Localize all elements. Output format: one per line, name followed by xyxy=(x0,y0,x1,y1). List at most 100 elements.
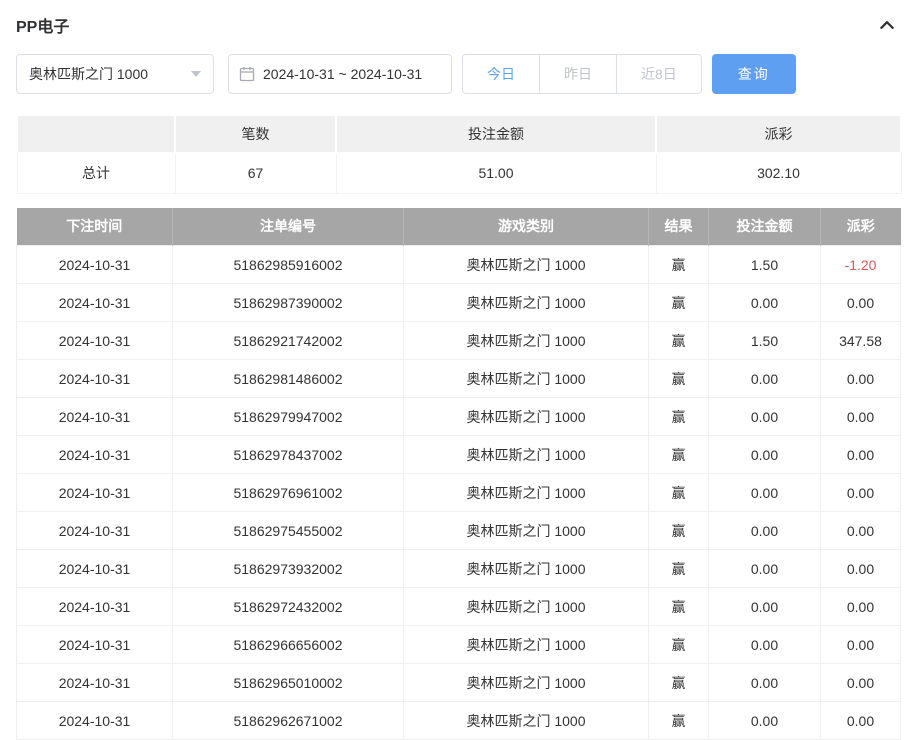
cell-payout: 347.58 xyxy=(821,322,901,360)
cell-bet-amount: 1.50 xyxy=(709,322,821,360)
cell-bet-time: 2024-10-31 xyxy=(17,588,173,626)
cell-bet-time: 2024-10-31 xyxy=(17,626,173,664)
filter-bar: 奥林匹斯之门 1000 2024-10-31 ~ 2024-10-31 今日 昨… xyxy=(16,54,900,94)
cell-result: 赢 xyxy=(649,284,709,322)
cell-order-id: 51862962671002 xyxy=(173,702,404,740)
cell-payout: 0.00 xyxy=(821,550,901,588)
table-row: 2024-10-31 51862962671002 奥林匹斯之门 1000 赢 … xyxy=(17,702,901,740)
summary-header-blank xyxy=(17,115,175,153)
table-row: 2024-10-31 51862975455002 奥林匹斯之门 1000 赢 … xyxy=(17,512,901,550)
summary-total-payout: 302.10 xyxy=(656,153,901,193)
detail-table-body: 2024-10-31 51862985916002 奥林匹斯之门 1000 赢 … xyxy=(17,246,901,740)
cell-result: 赢 xyxy=(649,588,709,626)
page-title: PP电子 xyxy=(16,13,69,37)
cell-bet-time: 2024-10-31 xyxy=(17,436,173,474)
last-8-days-button[interactable]: 近8日 xyxy=(616,54,702,94)
cell-bet-amount: 0.00 xyxy=(709,398,821,436)
cell-result: 赢 xyxy=(649,550,709,588)
summary-total-bet-amount: 51.00 xyxy=(336,153,656,193)
cell-game-type: 奥林匹斯之门 1000 xyxy=(404,246,649,284)
cell-bet-time: 2024-10-31 xyxy=(17,550,173,588)
game-select[interactable]: 奥林匹斯之门 1000 xyxy=(16,54,214,94)
cell-order-id: 51862981486002 xyxy=(173,360,404,398)
summary-header-row: 笔数 投注金额 派彩 xyxy=(17,115,901,153)
cell-bet-amount: 0.00 xyxy=(709,284,821,322)
cell-order-id: 51862978437002 xyxy=(173,436,404,474)
section-header: PP电子 xyxy=(16,0,900,50)
cell-game-type: 奥林匹斯之门 1000 xyxy=(404,588,649,626)
table-row: 2024-10-31 51862976961002 奥林匹斯之门 1000 赢 … xyxy=(17,474,901,512)
yesterday-button[interactable]: 昨日 xyxy=(539,54,617,94)
quick-date-button-group: 今日 昨日 近8日 xyxy=(462,54,702,94)
table-row: 2024-10-31 51862972432002 奥林匹斯之门 1000 赢 … xyxy=(17,588,901,626)
table-row: 2024-10-31 51862921742002 奥林匹斯之门 1000 赢 … xyxy=(17,322,901,360)
cell-result: 赢 xyxy=(649,702,709,740)
cell-bet-amount: 0.00 xyxy=(709,626,821,664)
cell-game-type: 奥林匹斯之门 1000 xyxy=(404,550,649,588)
cell-game-type: 奥林匹斯之门 1000 xyxy=(404,284,649,322)
cell-bet-time: 2024-10-31 xyxy=(17,702,173,740)
cell-bet-time: 2024-10-31 xyxy=(17,322,173,360)
summary-header-count: 笔数 xyxy=(175,115,336,153)
cell-game-type: 奥林匹斯之门 1000 xyxy=(404,322,649,360)
cell-order-id: 51862976961002 xyxy=(173,474,404,512)
detail-header-bet-time: 下注时间 xyxy=(17,208,173,246)
cell-order-id: 51862973932002 xyxy=(173,550,404,588)
summary-header-bet-amount: 投注金额 xyxy=(336,115,656,153)
cell-payout: 0.00 xyxy=(821,436,901,474)
table-row: 2024-10-31 51862981486002 奥林匹斯之门 1000 赢 … xyxy=(17,360,901,398)
cell-payout: 0.00 xyxy=(821,284,901,322)
cell-result: 赢 xyxy=(649,398,709,436)
table-row: 2024-10-31 51862987390002 奥林匹斯之门 1000 赢 … xyxy=(17,284,901,322)
collapse-section-button[interactable] xyxy=(874,12,900,38)
cell-result: 赢 xyxy=(649,512,709,550)
bet-detail-table: 下注时间 注单编号 游戏类别 结果 投注金额 派彩 2024-10-31 518… xyxy=(16,208,901,740)
cell-payout: 0.00 xyxy=(821,702,901,740)
cell-bet-time: 2024-10-31 xyxy=(17,474,173,512)
cell-game-type: 奥林匹斯之门 1000 xyxy=(404,702,649,740)
today-button[interactable]: 今日 xyxy=(462,54,540,94)
calendar-icon xyxy=(239,66,255,82)
cell-payout: 0.00 xyxy=(821,398,901,436)
cell-result: 赢 xyxy=(649,664,709,702)
cell-result: 赢 xyxy=(649,360,709,398)
cell-bet-amount: 0.00 xyxy=(709,588,821,626)
cell-result: 赢 xyxy=(649,246,709,284)
cell-order-id: 51862975455002 xyxy=(173,512,404,550)
cell-bet-time: 2024-10-31 xyxy=(17,246,173,284)
cell-order-id: 51862972432002 xyxy=(173,588,404,626)
table-row: 2024-10-31 51862966656002 奥林匹斯之门 1000 赢 … xyxy=(17,626,901,664)
detail-header-order-id: 注单编号 xyxy=(173,208,404,246)
cell-bet-amount: 0.00 xyxy=(709,474,821,512)
query-button[interactable]: 查询 xyxy=(712,54,796,94)
cell-game-type: 奥林匹斯之门 1000 xyxy=(404,626,649,664)
chevron-up-icon xyxy=(878,22,896,37)
cell-bet-amount: 0.00 xyxy=(709,436,821,474)
summary-total-count: 67 xyxy=(175,153,336,193)
detail-header-bet-amount: 投注金额 xyxy=(709,208,821,246)
cell-bet-time: 2024-10-31 xyxy=(17,664,173,702)
cell-game-type: 奥林匹斯之门 1000 xyxy=(404,436,649,474)
table-row: 2024-10-31 51862978437002 奥林匹斯之门 1000 赢 … xyxy=(17,436,901,474)
cell-bet-amount: 0.00 xyxy=(709,550,821,588)
cell-result: 赢 xyxy=(649,322,709,360)
cell-payout: 0.00 xyxy=(821,360,901,398)
date-range-picker[interactable]: 2024-10-31 ~ 2024-10-31 xyxy=(228,54,452,94)
summary-total-label: 总计 xyxy=(17,153,175,193)
detail-header-game-type: 游戏类别 xyxy=(404,208,649,246)
cell-game-type: 奥林匹斯之门 1000 xyxy=(404,664,649,702)
cell-order-id: 51862966656002 xyxy=(173,626,404,664)
cell-payout: -1.20 xyxy=(821,246,901,284)
cell-bet-time: 2024-10-31 xyxy=(17,284,173,322)
cell-order-id: 51862979947002 xyxy=(173,398,404,436)
pp-electronic-section: PP电子 奥林匹斯之门 1000 2024-10-3 xyxy=(0,0,916,740)
cell-bet-amount: 0.00 xyxy=(709,512,821,550)
cell-payout: 0.00 xyxy=(821,588,901,626)
summary-header-payout: 派彩 xyxy=(656,115,901,153)
detail-header-payout: 派彩 xyxy=(821,208,901,246)
cell-order-id: 51862921742002 xyxy=(173,322,404,360)
cell-result: 赢 xyxy=(649,474,709,512)
cell-payout: 0.00 xyxy=(821,626,901,664)
cell-payout: 0.00 xyxy=(821,512,901,550)
cell-game-type: 奥林匹斯之门 1000 xyxy=(404,474,649,512)
